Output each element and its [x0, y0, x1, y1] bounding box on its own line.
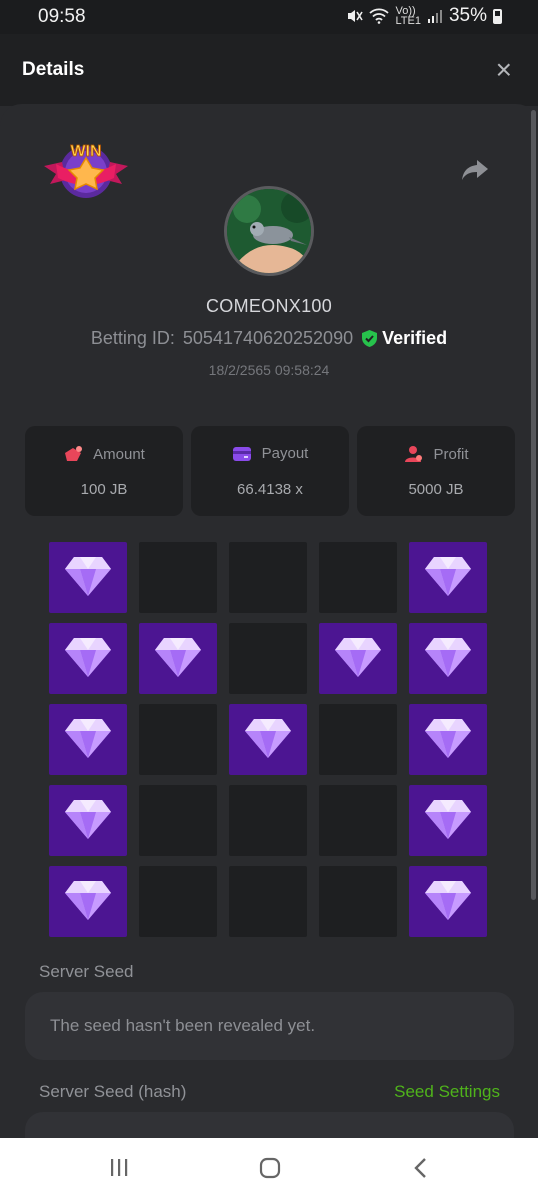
- betting-id-label: Betting ID:: [90, 328, 175, 348]
- diamond-icon: [65, 800, 111, 839]
- recent-apps-icon[interactable]: [108, 1156, 130, 1178]
- close-icon[interactable]: ×: [496, 54, 512, 86]
- board-tile-empty: [139, 542, 217, 613]
- diamond-icon: [65, 881, 111, 920]
- board-tile-gem: [319, 623, 397, 694]
- stat-profit: Profit 5000 JB: [357, 426, 515, 516]
- server-seed-hash-label: Server Seed (hash): [39, 1082, 187, 1101]
- board-tile-empty: [139, 704, 217, 775]
- board-tile-gem: [49, 866, 127, 937]
- board-tile-gem: [409, 785, 487, 856]
- wallet-icon: [232, 446, 251, 461]
- amount-icon: [65, 446, 83, 461]
- diamond-icon: [335, 638, 381, 677]
- board-tile-gem: [49, 704, 127, 775]
- server-seed-hash-field[interactable]: [25, 1112, 514, 1138]
- stat-amount: Amount 100 JB: [25, 426, 183, 516]
- diamond-icon: [425, 719, 471, 758]
- win-badge-text: WIN: [70, 143, 101, 160]
- diamond-icon: [65, 638, 111, 677]
- board-tile-empty: [229, 623, 307, 694]
- server-seed-value: The seed hasn't been revealed yet.: [50, 1016, 316, 1035]
- board-tile-gem: [409, 866, 487, 937]
- status-icons: Vo)) LTE1 35%: [345, 5, 502, 27]
- diamond-icon: [425, 800, 471, 839]
- wifi-icon: [369, 8, 390, 24]
- verified-shield-icon: [362, 330, 378, 347]
- profit-icon: [405, 446, 423, 462]
- network-labels: Vo)) LTE1: [395, 6, 421, 27]
- bet-timestamp: 18/2/2565 09:58:24: [208, 362, 330, 378]
- avatar: [224, 186, 314, 276]
- diamond-icon: [155, 638, 201, 677]
- board-tile-gem: [139, 623, 217, 694]
- lte-label: LTE1: [395, 15, 421, 27]
- server-seed-label: Server Seed: [39, 962, 134, 981]
- board-tile-empty: [229, 866, 307, 937]
- verified-badge: Verified: [361, 328, 447, 349]
- board-tile-gem: [49, 542, 127, 613]
- seed-settings-link[interactable]: Seed Settings: [394, 1082, 500, 1102]
- game-board: [49, 542, 487, 937]
- scrollbar[interactable]: [531, 110, 536, 900]
- stat-profit-value: 5000 JB: [408, 481, 464, 498]
- betting-id-row: Betting ID: 50541740620252090 Verified: [0, 328, 538, 349]
- stat-payout-value: 66.4138 x: [237, 481, 303, 498]
- details-header: Details ×: [0, 34, 538, 106]
- diamond-icon: [65, 557, 111, 596]
- betting-id-value: 50541740620252090: [182, 328, 354, 348]
- stat-payout: Payout 66.4138 x: [191, 426, 349, 516]
- stat-amount-value: 100 JB: [80, 481, 128, 498]
- board-tile-gem: [409, 542, 487, 613]
- board-tile-gem: [409, 623, 487, 694]
- status-bar: 09:58 Vo)) LTE1 35%: [0, 0, 538, 34]
- diamond-icon: [425, 638, 471, 677]
- board-tile-empty: [139, 785, 217, 856]
- diamond-icon: [245, 719, 291, 758]
- avatar-bird-image: [227, 189, 311, 273]
- stat-profit-label: Profit: [433, 445, 469, 463]
- board-tile-empty: [319, 542, 397, 613]
- diamond-icon: [425, 557, 471, 596]
- board-tile-empty: [319, 866, 397, 937]
- diamond-icon: [425, 881, 471, 920]
- board-tile-empty: [319, 785, 397, 856]
- win-badge-icon: WIN: [44, 143, 128, 198]
- back-icon[interactable]: [410, 1156, 432, 1180]
- status-time: 09:58: [38, 6, 86, 27]
- board-tile-gem: [49, 623, 127, 694]
- mute-icon: [348, 10, 364, 22]
- board-tile-gem: [49, 785, 127, 856]
- home-icon[interactable]: [258, 1156, 282, 1180]
- diamond-icon: [65, 719, 111, 758]
- stat-payout-label: Payout: [261, 445, 309, 462]
- username: COMEONX100: [205, 296, 333, 316]
- board-tile-gem: [409, 704, 487, 775]
- board-tile-empty: [229, 542, 307, 613]
- system-nav-bar: [0, 1138, 538, 1200]
- verified-label: Verified: [382, 328, 448, 348]
- board-tile-empty: [139, 866, 217, 937]
- signal-icon: [427, 10, 442, 23]
- page-title: Details: [22, 59, 85, 80]
- board-tile-gem: [229, 704, 307, 775]
- stat-amount-label: Amount: [93, 445, 145, 463]
- battery-percent: 35%: [448, 5, 487, 26]
- share-icon[interactable]: [460, 156, 490, 184]
- board-tile-empty: [229, 785, 307, 856]
- board-tile-empty: [319, 704, 397, 775]
- battery-icon: [493, 8, 502, 24]
- server-seed-field[interactable]: The seed hasn't been revealed yet.: [25, 992, 514, 1060]
